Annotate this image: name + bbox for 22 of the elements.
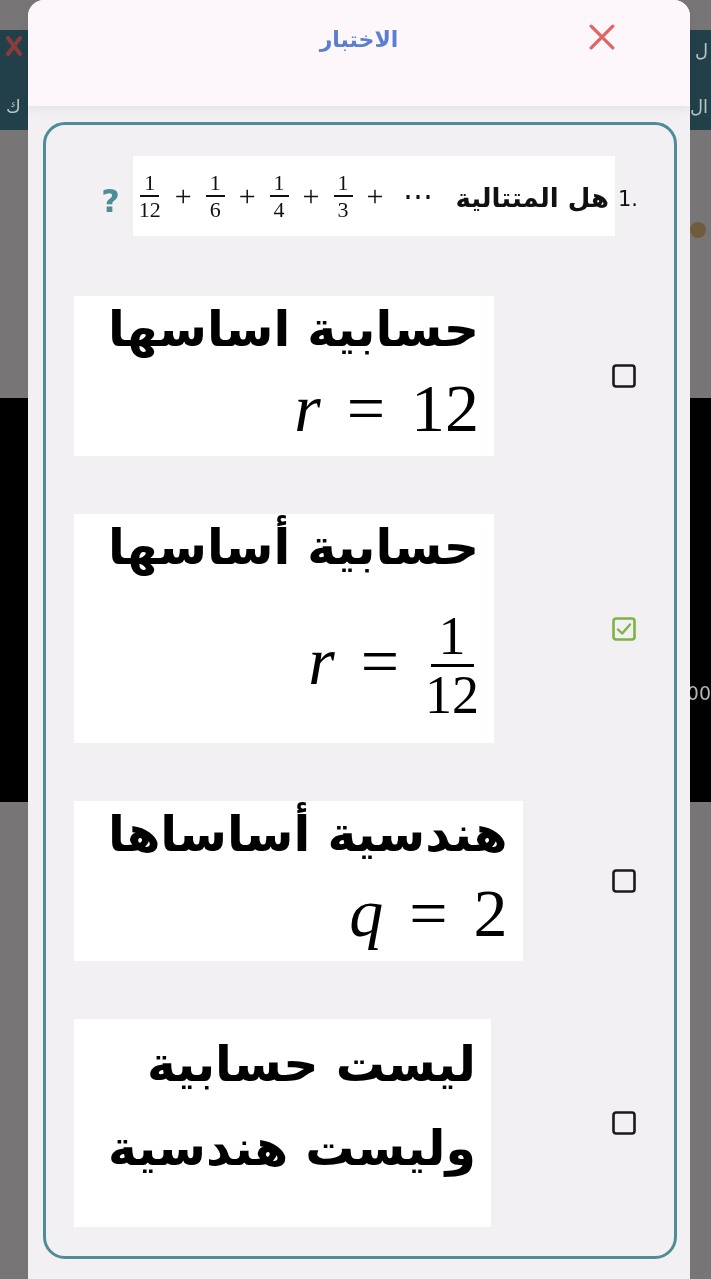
option-formula: r = 12 xyxy=(293,369,480,448)
checkbox[interactable] xyxy=(612,364,636,388)
option-label: حسابية اساسها xyxy=(108,300,480,360)
option-label: هندسية أساساها xyxy=(108,801,508,869)
option-label: ليست حسابية xyxy=(145,1035,476,1095)
checkbox[interactable] xyxy=(612,1111,636,1135)
header-text: ال xyxy=(689,96,708,118)
question-text: هل المتتالية xyxy=(455,182,609,215)
checkbox[interactable] xyxy=(612,616,636,641)
close-icon xyxy=(589,24,615,50)
option-label: وليست هندسية xyxy=(108,1119,476,1179)
question-mark: ? xyxy=(101,183,120,219)
status-dot-icon xyxy=(690,222,706,238)
dialog-title: الاختبار xyxy=(319,26,399,54)
checkbox[interactable] xyxy=(612,869,636,893)
question-number: 1. xyxy=(617,186,638,212)
option-label: حسابية أساسها xyxy=(108,514,480,582)
header-text: ك xyxy=(6,96,22,118)
option-formula: q = 2 xyxy=(348,874,508,953)
cross-icon xyxy=(6,36,22,56)
header-text: ل xyxy=(694,40,708,62)
close-button[interactable] xyxy=(589,24,615,50)
